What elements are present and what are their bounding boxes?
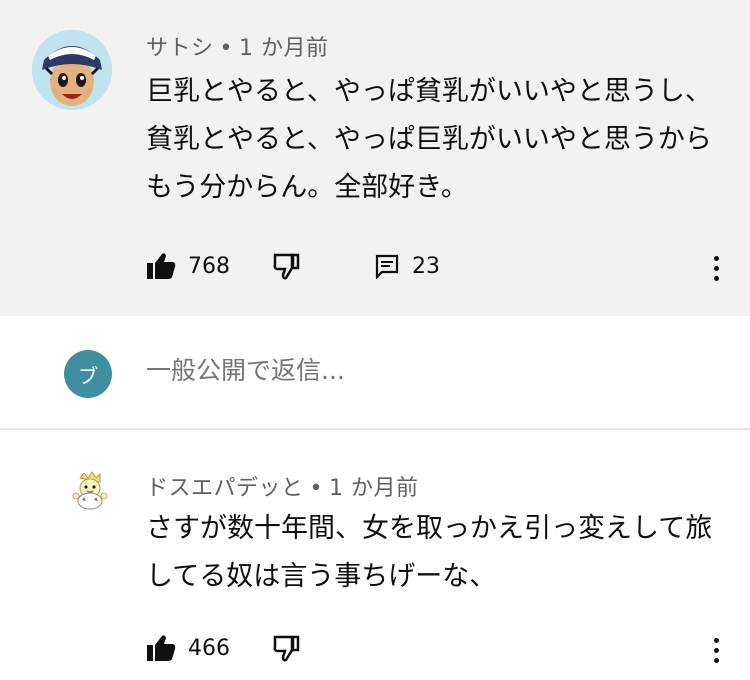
comment-icon xyxy=(375,254,399,279)
reply-input[interactable] xyxy=(146,356,686,385)
dislike-button[interactable] xyxy=(272,248,302,284)
comment-meta: サトシ • 1 か月前 xyxy=(146,30,329,62)
thumbs-down-icon xyxy=(273,635,300,662)
like-button[interactable]: 768 xyxy=(146,248,230,284)
reply-row: ブ xyxy=(0,316,750,428)
more-options-button[interactable] xyxy=(710,250,722,286)
comment: ドスエパデッと • 1 か月前 さすが数十年間、女を取っかえ引っ変えして旅してる奴は… xyxy=(0,430,750,680)
more-dots-icon xyxy=(714,638,719,643)
comment-text: 巨乳とやると、やっぱ貧乳がいいやと思うし、貧乳とやると、やっぱ巨乳がいいやと思う… xyxy=(146,76,712,203)
dislike-button[interactable] xyxy=(272,630,302,666)
comment-meta: ドスエパデッと • 1 か月前 xyxy=(146,470,419,502)
like-count: 466 xyxy=(188,635,230,661)
thumbs-down-icon xyxy=(273,253,300,280)
user-avatar-togepi[interactable] xyxy=(70,470,110,510)
user-avatar-satoshi[interactable] xyxy=(32,30,112,110)
meta-separator: • xyxy=(219,36,233,61)
like-count: 768 xyxy=(188,253,230,279)
comment-text: さすが数十年間、女を取っかえ引っ変えして旅してる奴は言う事ちげーな、 xyxy=(146,513,713,592)
comment-author[interactable]: サトシ xyxy=(146,36,214,61)
more-dots-icon xyxy=(714,256,719,261)
like-button[interactable]: 466 xyxy=(146,630,230,666)
reply-count: 23 xyxy=(412,253,440,279)
thumbs-up-icon xyxy=(147,635,176,661)
comment-time[interactable]: 1 か月前 xyxy=(329,476,419,501)
meta-separator: • xyxy=(309,476,323,501)
own-avatar: ブ xyxy=(64,350,112,398)
more-options-button[interactable] xyxy=(710,632,722,668)
comment-author[interactable]: ドスエパデッと xyxy=(146,476,304,501)
comment-time[interactable]: 1 か月前 xyxy=(239,36,329,61)
replies-button[interactable]: 23 xyxy=(374,248,440,284)
thumbs-up-icon xyxy=(147,253,176,279)
comment-highlighted: サトシ • 1 か月前 巨乳とやると、やっぱ貧乳がいいやと思うし、貧乳とやると、やっ… xyxy=(0,0,750,316)
